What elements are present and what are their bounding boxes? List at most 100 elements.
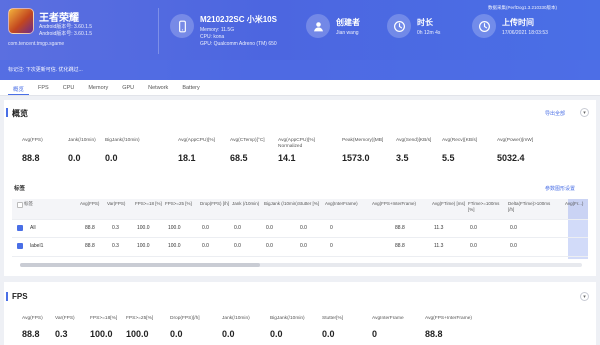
app-icon [8, 8, 34, 34]
graph-settings-link[interactable]: 参数图形设置 [545, 185, 575, 192]
verify-bar: 标记注: 下次更新可信. 优化跳过... [0, 60, 600, 80]
tab-gpu[interactable]: GPU [117, 80, 139, 95]
verify-text: 标记注: 下次更新可信. 优化跳过... [8, 67, 83, 73]
app-package: com.tencent.tmgp.sgame [8, 41, 65, 47]
tab-overview[interactable]: 概览 [8, 80, 30, 95]
table-cell: 0.0 [510, 225, 517, 231]
tab-fps[interactable]: FPS [33, 80, 54, 95]
table-header-cell[interactable]: Delta(FTime)>100ms [/h] [508, 201, 550, 212]
overview-panel [4, 100, 596, 276]
table-cell: 11.3 [434, 225, 444, 231]
table-header-cell[interactable]: Drop(FPS) [/h] [200, 201, 234, 207]
metric-label: BigJank(/10min) [105, 138, 140, 143]
table-cell: 100.0 [168, 243, 181, 249]
tab-memory[interactable]: Memory [83, 80, 113, 95]
metric-value: 5.5 [442, 153, 455, 163]
table-cell: 0.3 [112, 225, 119, 231]
user-icon [306, 14, 330, 38]
metric-value: 0.0 [270, 329, 283, 339]
select-all-checkbox[interactable] [17, 202, 23, 208]
metric-value: 0 [372, 329, 378, 339]
metric-label: AvgInterFrame [372, 316, 404, 321]
metric-value: 0.0 [170, 329, 183, 339]
report-header: 王者荣耀 Android版本号: 3.60.1.5 Android版本号: 3.… [0, 0, 600, 80]
metric-value: 88.8 [425, 329, 443, 339]
export-all-link[interactable]: 导出全部 [545, 110, 565, 117]
device-gpu: GPU: Qualcomm Adreno (TM) 650 [200, 41, 277, 47]
row-divider [12, 237, 588, 238]
metric-value: 88.8 [22, 153, 40, 163]
tab-network[interactable]: Network [143, 80, 173, 95]
section-marker [6, 108, 8, 117]
app-meta-line: Android版本号: 3.60.1.5 [39, 31, 93, 37]
table-cell: 0.0 [300, 225, 307, 231]
table-header-cell[interactable]: Avg(Fr...) [565, 201, 599, 207]
table-header-cell[interactable]: FTime>=100ms [%] [468, 201, 502, 212]
scrollbar-thumb[interactable] [20, 263, 260, 267]
metric-value: 88.8 [22, 329, 40, 339]
duration-value: 0h 12m 4s [417, 30, 441, 36]
table-header-cell[interactable]: Avg(FTime) [ms] [432, 201, 466, 207]
table-cell: 11.3 [434, 243, 444, 249]
metric-value: 0.0 [222, 329, 235, 339]
creator-name: Jian wang [336, 30, 359, 36]
tab-bar: 概览 FPS CPU Memory GPU Network Battery [0, 80, 600, 96]
collapse-fps-button[interactable]: ▾ [580, 292, 589, 301]
tab-cpu[interactable]: CPU [58, 80, 80, 95]
app-meta-line: Android版本号: 3.60.1.5 [39, 24, 93, 30]
row-divider [12, 256, 588, 257]
overview-title: 概览 [12, 109, 28, 118]
table-cell: 0.0 [202, 225, 209, 231]
metric-value: 0.0 [68, 153, 81, 163]
table-cell: 100.0 [137, 243, 150, 249]
table-header-cell[interactable]: Avg(InterFrame) [325, 201, 359, 207]
device-cpu: CPU: kona [200, 34, 225, 40]
metric-value: 100.0 [126, 329, 149, 339]
table-cell: 88.8 [395, 243, 405, 249]
metric-label: Avg(Recv)[KB/s] [442, 138, 478, 143]
table-header-cell[interactable]: Jank (/10min) [232, 201, 266, 207]
table-header-cell[interactable]: 标签 [24, 201, 58, 207]
app-meta: Android版本号: 3.60.1.5 Android版本号: 3.60.1.… [39, 24, 92, 38]
table-cell: 0.0 [202, 243, 209, 249]
table-scrollbar[interactable] [20, 263, 582, 267]
collapse-overview-button[interactable]: ▾ [580, 108, 589, 117]
device-name: M2102J2SC 小米10S [200, 15, 277, 24]
metric-value: 18.1 [178, 153, 196, 163]
row-label: label1 [30, 243, 44, 249]
table-header-cell[interactable]: FPS>=25 [%] [165, 201, 199, 207]
labels-title: 标签 [14, 186, 26, 192]
app-name: 王者荣耀 [39, 13, 79, 24]
metric-value: 14.1 [278, 153, 296, 163]
table-cell: 0.0 [266, 243, 273, 249]
metric-value: 5032.4 [497, 153, 525, 163]
table-cell: 88.8 [85, 225, 95, 231]
creator-title: 创建者 [336, 18, 360, 27]
metric-label: Avg(Power)[mW] [497, 138, 534, 143]
metric-value: 0.0 [105, 153, 118, 163]
metric-label: Drop(FPS)[/h] [170, 316, 200, 321]
table-header-cell[interactable]: Avg(FPS+InterFrame) [372, 201, 430, 207]
metric-label: Peak(Memory)[MB] [342, 138, 384, 143]
row-label: All [30, 225, 36, 231]
metric-label: Avg(FPS+InterFrame) [425, 316, 472, 321]
row-checkbox[interactable] [17, 243, 23, 249]
device-memory: Memory: 11.5G [200, 27, 235, 33]
table-header-cell[interactable]: BigJank (/10min) [264, 201, 298, 207]
table-cell: 0.0 [234, 243, 241, 249]
table-header-cell[interactable]: FPS>=18 [%] [135, 201, 169, 207]
table-cell: 100.0 [168, 225, 181, 231]
metric-value: 100.0 [90, 329, 113, 339]
row-checkbox[interactable] [17, 225, 23, 231]
fps-title: FPS [12, 292, 28, 301]
table-cell: 0.3 [112, 243, 119, 249]
metric-value: 1573.0 [342, 153, 370, 163]
tab-battery[interactable]: Battery [177, 80, 204, 95]
upload-title: 上传时间 [502, 18, 534, 27]
metric-value: 0.0 [322, 329, 335, 339]
metric-label: Avg(AppCPU)[%] Normalized [278, 138, 315, 149]
metric-value: 68.5 [230, 153, 248, 163]
metric-label: Avg(AppCPU)[%] [178, 138, 215, 143]
column-highlight [568, 199, 588, 259]
table-cell: 0.0 [266, 225, 273, 231]
